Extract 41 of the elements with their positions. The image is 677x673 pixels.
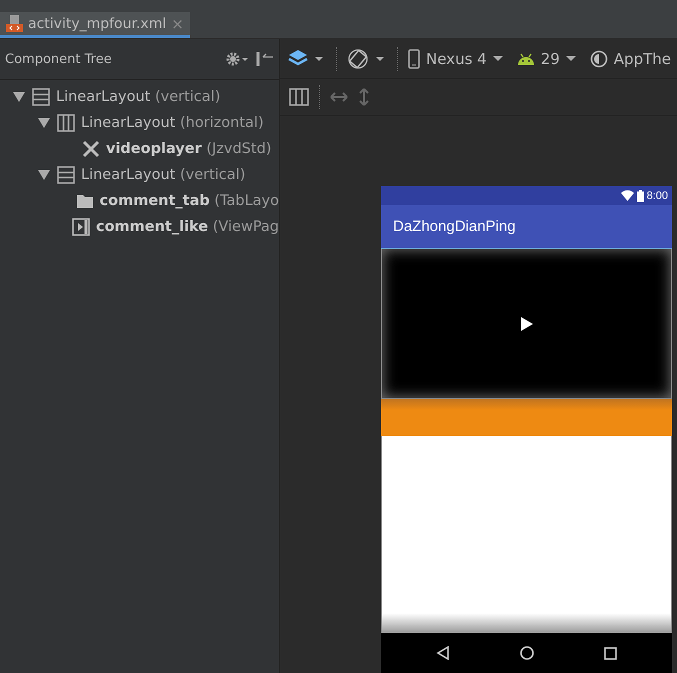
vertical-resize-icon[interactable] [358, 88, 370, 106]
horizontal-layout-icon [57, 114, 75, 132]
theme-dropdown[interactable]: AppThe [590, 50, 671, 68]
home-icon[interactable] [520, 646, 534, 660]
rotate-icon[interactable] [347, 48, 387, 70]
recents-icon[interactable] [604, 646, 617, 660]
vertical-layout-icon [32, 88, 50, 106]
expanded-arrow-icon[interactable] [38, 118, 50, 128]
back-icon[interactable] [436, 646, 450, 660]
panel-title: Component Tree [5, 52, 113, 66]
android-icon [516, 52, 535, 66]
half-circle-icon [590, 50, 608, 68]
dropdown-arrow-icon [566, 56, 576, 62]
settings-icon[interactable] [226, 51, 250, 67]
collapse-panel-icon[interactable] [256, 51, 274, 67]
app-title: DaZhongDianPing [393, 218, 516, 235]
tree-item[interactable]: comment_tab (TabLayo [100, 193, 279, 209]
crossed-tools-icon [82, 140, 100, 158]
api-level-dropdown[interactable]: 29 [516, 50, 576, 68]
tree-item[interactable]: videoplayer (JzvdStd) [106, 141, 272, 157]
phone-icon [408, 48, 420, 69]
editor-tab[interactable]: activity_mpfour.xml × [0, 12, 190, 38]
tab-label: activity_mpfour.xml [28, 16, 166, 32]
xml-file-icon [6, 15, 23, 32]
tree-item[interactable]: LinearLayout (horizontal) [81, 115, 264, 131]
expanded-arrow-icon[interactable] [38, 170, 50, 180]
columns-icon[interactable] [289, 88, 309, 106]
dropdown-arrow-icon [492, 56, 503, 62]
device-dropdown[interactable]: Nexus 4 [408, 48, 503, 69]
tree-item[interactable]: comment_like (ViewPag [96, 219, 279, 235]
vertical-layout-icon [57, 166, 75, 184]
folder-icon [76, 192, 94, 210]
pager-icon [72, 218, 90, 236]
tree-item[interactable]: LinearLayout (vertical) [56, 89, 220, 105]
tree-item[interactable]: LinearLayout (vertical) [81, 167, 246, 183]
expanded-arrow-icon[interactable] [13, 92, 25, 102]
horizontal-resize-icon[interactable] [330, 91, 348, 104]
wifi-icon [620, 190, 634, 201]
status-time: 8:00 [646, 190, 668, 202]
battery-icon [636, 190, 644, 202]
play-icon[interactable] [520, 316, 532, 330]
